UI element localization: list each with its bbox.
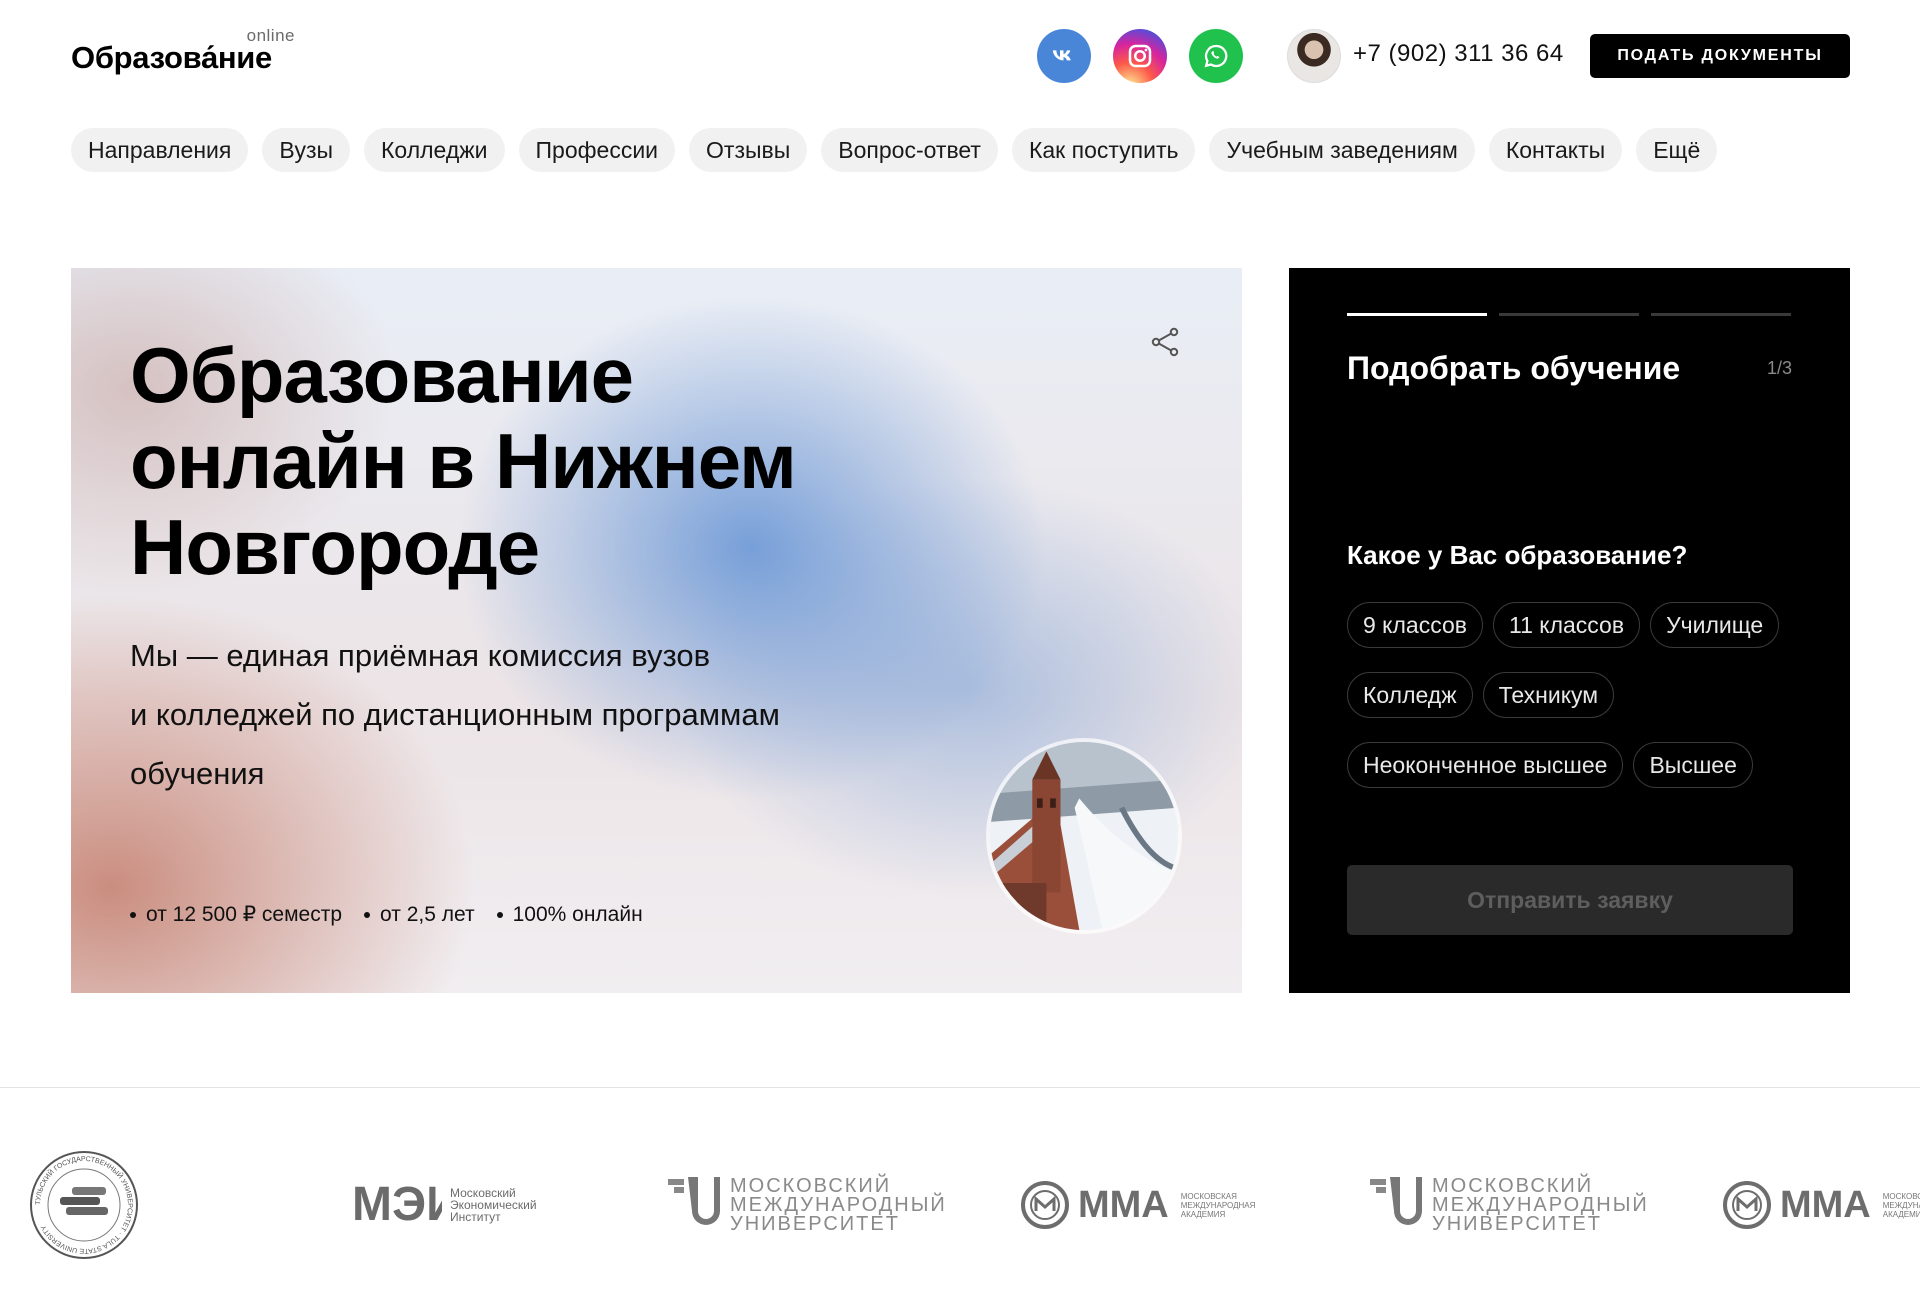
bullet-icon — [130, 911, 136, 918]
mma-caption-line: МЕЖДУНАРОДНАЯ — [1180, 1200, 1256, 1210]
course-picker-panel: Подобрать обучение 1/3 Какое у Вас образ… — [1289, 268, 1850, 993]
submit-documents-button[interactable]: ПОДАТЬ ДОКУМЕНТЫ — [1590, 34, 1850, 78]
mma-caption-line: АКАДЕМИЯ — [1882, 1209, 1920, 1219]
share-icon[interactable] — [1147, 324, 1183, 360]
nav-item-directions[interactable]: Направления — [71, 128, 249, 172]
instagram-icon[interactable] — [1113, 29, 1167, 83]
fact-price-text: от 12 500 ₽ семестр — [146, 903, 343, 926]
mma-caption-line: АКАДЕМИЯ — [1180, 1209, 1226, 1219]
whatsapp-icon[interactable] — [1189, 29, 1243, 83]
nav-item-for-institutions[interactable]: Учебным заведениям — [1209, 128, 1475, 172]
svg-text:ТУЛЬСКИЙ ГОСУДАРСТВЕННЫЙ УНИВЕ: ТУЛЬСКИЙ ГОСУДАРСТВЕННЫЙ УНИВЕРСИТЕТ · T… — [35, 1156, 133, 1254]
mma-caption-line: МОСКОВСКАЯ — [1882, 1191, 1920, 1201]
hero-title: Образование онлайн в Нижнем Новгороде — [130, 332, 890, 590]
partner-logos: ТУЛЬСКИЙ ГОСУДАРСТВЕННЫЙ УНИВЕРСИТЕТ · T… — [0, 1140, 1920, 1300]
svg-text:МЭИ: МЭИ — [352, 1178, 442, 1231]
section-divider — [0, 1087, 1920, 1088]
nav-item-more[interactable]: Ещё — [1636, 128, 1718, 172]
logo-wordmark: Образова́ние — [71, 40, 273, 75]
fact-online-text: 100% онлайн — [512, 902, 643, 926]
mma-wordmark: ММА — [1780, 1183, 1871, 1226]
option-11-grades[interactable]: 11 классов — [1492, 602, 1641, 648]
kremlin-illustration — [990, 742, 1178, 930]
bullet-icon — [364, 911, 371, 918]
moscow-international-academy-logo[interactable]: ММА МОСКОВСКАЯ МЕЖДУНАРОДНАЯ АКАДЕМИЯ — [1722, 1140, 1920, 1270]
mei-mark: МЭИ — [352, 1178, 442, 1231]
submit-request-button[interactable]: Отправить заявку — [1347, 865, 1793, 935]
mma-caption: МОСКОВСКАЯ МЕЖДУНАРОДНАЯ АКАДЕМИЯ — [1883, 1192, 1920, 1219]
main-nav: Направления Вузы Колледжи Профессии Отзы… — [71, 128, 1718, 172]
option-uchilishche[interactable]: Училище — [1650, 602, 1780, 648]
manager-avatar — [1287, 29, 1341, 83]
mmu-caption: МОСКОВСКИЙ МЕЖДУНАРОДНЫЙ УНИВЕРСИТЕТ — [1432, 1174, 1649, 1235]
mmu-caption-line: МЕЖДУНАРОДНЫЙ — [730, 1193, 947, 1216]
hero-facts: от 12 500 ₽ семестр от 2,5 лет 100% онла… — [130, 902, 643, 927]
fact-duration: от 2,5 лет — [364, 902, 475, 927]
mma-emblem-icon — [1021, 1181, 1069, 1229]
site-logo[interactable]: online Образова́ние — [71, 26, 301, 76]
mma-caption-line: МОСКОВСКАЯ — [1180, 1191, 1237, 1201]
tula-seal: ТУЛЬСКИЙ ГОСУДАРСТВЕННЫЙ УНИВЕРСИТЕТ · T… — [30, 1151, 138, 1259]
kremlin-photo — [986, 738, 1182, 934]
option-9-grades[interactable]: 9 классов — [1347, 602, 1483, 648]
hero-subtitle: Мы — единая приёмная комиссия вузов и ко… — [130, 626, 890, 803]
tula-state-university-logo[interactable]: ТУЛЬСКИЙ ГОСУДАРСТВЕННЫЙ УНИВЕРСИТЕТ · T… — [28, 1140, 140, 1270]
quiz-progress — [1347, 313, 1791, 317]
option-incomplete-higher[interactable]: Неоконченное высшее — [1347, 742, 1624, 788]
site-header: online Образова́ние +7 (902) 311 36 64 П… — [0, 0, 1920, 112]
progress-step-2 — [1499, 313, 1639, 316]
mma-caption-line: МЕЖДУНАРОДНАЯ — [1882, 1200, 1920, 1210]
mmu-caption: МОСКОВСКИЙ МЕЖДУНАРОДНЫЙ УНИВЕРСИТЕТ — [730, 1174, 947, 1235]
moscow-international-academy-logo[interactable]: ММА МОСКОВСКАЯ МЕЖДУНАРОДНАЯ АКАДЕМИЯ — [1020, 1140, 1271, 1270]
hero-subtitle-line: и колледжей по дистанционным программам — [130, 697, 780, 732]
mmu-mark — [1370, 1177, 1422, 1225]
hero-title-line: Новгороде — [130, 503, 540, 591]
hero-subtitle-line: обучения — [130, 756, 265, 791]
mmu-caption-line: МЕЖДУНАРОДНЫЙ — [1432, 1193, 1649, 1216]
nav-item-colleges[interactable]: Колледжи — [364, 128, 505, 172]
nav-item-universities[interactable]: Вузы — [262, 128, 351, 172]
progress-step-3 — [1651, 313, 1791, 316]
education-options: 9 классов 11 классов Училище Колледж Тех… — [1347, 602, 1797, 788]
quiz-question: Какое у Вас образование? — [1347, 540, 1688, 570]
mmu-caption-line: УНИВЕРСИТЕТ — [1432, 1212, 1602, 1235]
option-technical-school[interactable]: Техникум — [1482, 672, 1615, 718]
progress-step-1 — [1347, 313, 1487, 316]
mei-caption: Московский Экономический Институт — [450, 1187, 537, 1223]
fact-online: 100% онлайн — [496, 902, 643, 927]
fact-price: от 12 500 ₽ семестр — [130, 902, 342, 927]
mma-emblem-icon — [1723, 1181, 1771, 1229]
fact-duration-text: от 2,5 лет — [380, 902, 475, 926]
hero-title-line: Образование — [130, 331, 634, 419]
mma-caption: МОСКОВСКАЯ МЕЖДУНАРОДНАЯ АКАДЕМИЯ — [1181, 1192, 1271, 1219]
vk-icon[interactable] — [1037, 29, 1091, 83]
instagram-glyph — [1128, 44, 1152, 68]
moscow-economic-institute-logo[interactable]: МЭИ Московский Экономический Институт — [352, 1140, 537, 1270]
bullet-icon — [496, 911, 503, 918]
hero-banner: Образование онлайн в Нижнем Новгороде Мы… — [71, 268, 1242, 993]
mma-wordmark: ММА — [1078, 1183, 1169, 1226]
mmu-caption-line: МОСКОВСКИЙ — [1432, 1174, 1594, 1197]
mmu-caption-line: МОСКОВСКИЙ — [730, 1174, 892, 1197]
mei-caption-line: Институт — [450, 1210, 501, 1224]
option-college[interactable]: Колледж — [1347, 672, 1473, 718]
nav-item-faq[interactable]: Вопрос-ответ — [821, 128, 998, 172]
nav-item-professions[interactable]: Профессии — [518, 128, 676, 172]
vk-glyph — [1052, 50, 1071, 61]
nav-item-how-to-enroll[interactable]: Как поступить — [1011, 128, 1196, 172]
quiz-title: Подобрать обучение — [1347, 350, 1681, 386]
phone-link[interactable]: +7 (902) 311 36 64 — [1353, 40, 1564, 68]
quiz-step-counter: 1/3 — [1766, 358, 1792, 378]
mmu-caption-line: УНИВЕРСИТЕТ — [730, 1212, 900, 1235]
option-higher[interactable]: Высшее — [1633, 742, 1753, 788]
hero-title-line: онлайн в Нижнем — [130, 417, 797, 505]
moscow-international-university-logo[interactable]: МОСКОВСКИЙ МЕЖДУНАРОДНЫЙ УНИВЕРСИТЕТ — [668, 1140, 947, 1270]
whatsapp-glyph — [1204, 44, 1228, 68]
nav-item-contacts[interactable]: Контакты — [1488, 128, 1623, 172]
mmu-mark — [668, 1177, 720, 1225]
hero-subtitle-line: Мы — единая приёмная комиссия вузов — [130, 638, 711, 673]
moscow-international-university-logo[interactable]: МОСКОВСКИЙ МЕЖДУНАРОДНЫЙ УНИВЕРСИТЕТ — [1370, 1140, 1649, 1270]
nav-item-reviews[interactable]: Отзывы — [689, 128, 808, 172]
